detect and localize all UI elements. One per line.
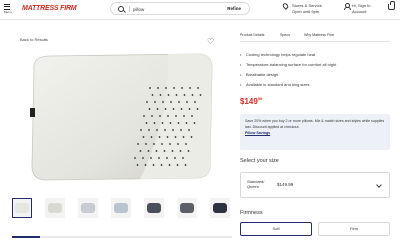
menu-label: Menu [4,9,12,14]
account-line2: Account [352,9,367,14]
promo-banner: Save 20% when you buy 2 or more pillows.… [240,114,390,150]
user-icon [344,3,351,10]
thumbnail[interactable] [78,198,98,218]
thumbnail[interactable] [210,198,230,218]
chevron-down-icon [376,182,382,188]
promo-text: Save 20% when you buy 2 or more pillows.… [245,119,385,129]
tab-why-mattress-firm[interactable]: Why Mattress Firm [304,33,334,37]
list-item: Temperature-balancing surface for comfor… [240,60,390,70]
store-line2: Open until 9pm [292,9,320,14]
search-divider [129,6,130,12]
tab-specs[interactable]: Specs [280,33,290,37]
product-image [30,53,213,181]
thumbnail[interactable] [45,198,65,218]
thumbnail[interactable] [12,198,32,218]
firmness-soft-button[interactable]: Soft [240,222,312,236]
product-tabs: Product Details Specs Why Mattress Firm [240,32,390,42]
list-item: Breathable design [240,70,390,80]
cart-icon[interactable] [388,1,395,10]
search-bar: Refine [110,2,250,15]
firmness-title: Firmness [240,210,263,216]
site-logo[interactable]: MATTRESS FIRM [22,5,77,12]
thumbnail[interactable] [177,198,197,218]
tab-product-details[interactable]: Product Details [240,33,264,37]
size-select[interactable]: Standard/Queen $149.99 [240,172,390,198]
thumbnail-strip [12,198,232,220]
list-item: Available in standard and king sizes [240,80,390,90]
search-input[interactable] [133,5,213,13]
size-name: Standard/Queen [247,179,265,189]
price-cents: 99 [257,96,263,101]
search-icon[interactable] [118,6,124,12]
size-price: $149.99 [277,182,294,187]
breadcrumb[interactable]: Back to Results [20,37,48,42]
thumbnail[interactable] [111,198,131,218]
location-pin-icon [281,2,290,10]
thumbnail[interactable] [144,198,164,218]
firmness-firm-button[interactable]: Firm [318,222,390,236]
store-line1: Stores & Service [292,3,322,8]
refine-button[interactable]: Refine [227,6,241,11]
gallery-scrollbar[interactable] [12,236,232,238]
site-header: Menu MATTRESS FIRM Refine Stores & Servi… [0,0,400,20]
size-title: Select your size [240,158,279,164]
feature-list: Cooling technology helps regulate heat T… [240,50,390,90]
list-item: Cooling technology helps regulate heat [240,50,390,60]
product-price: $14999 [240,96,263,106]
menu-icon[interactable]: Menu [4,4,12,15]
account-line1: Hi, Sign In [352,3,371,8]
heart-icon[interactable]: ♡ [207,38,215,46]
promo-link[interactable]: Pillow Savings [245,130,385,136]
